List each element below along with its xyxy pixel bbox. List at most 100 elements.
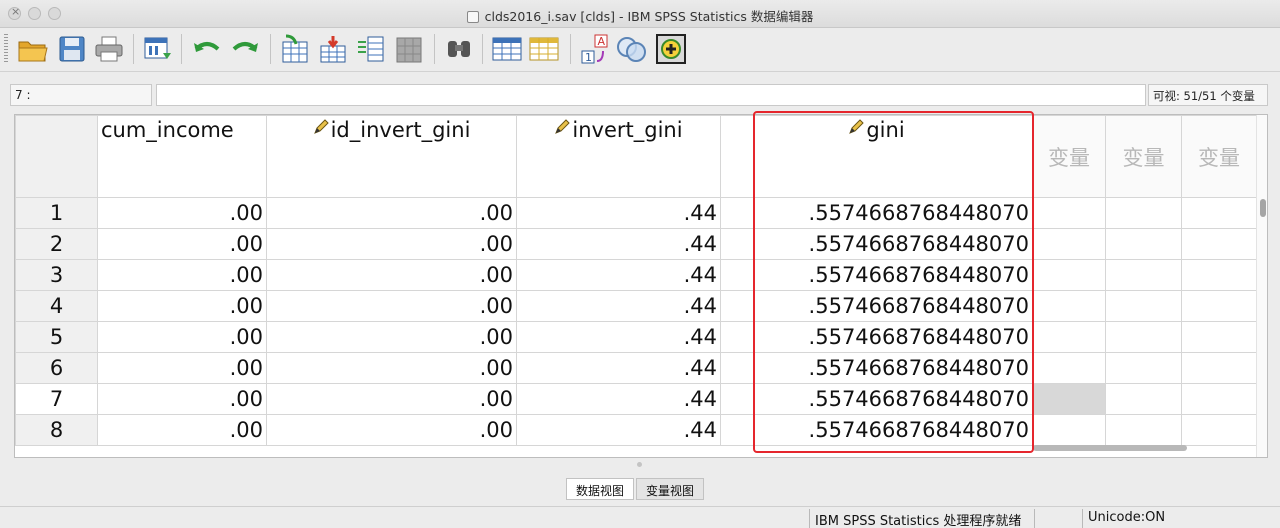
data-cell-id-invert-gini[interactable]: .00 <box>266 290 517 322</box>
vertical-scrollbar[interactable] <box>1256 115 1267 457</box>
vertical-scroll-thumb[interactable] <box>1260 199 1266 217</box>
empty-cell[interactable] <box>1181 290 1257 322</box>
pane-splitter-handle[interactable] <box>637 462 642 467</box>
horizontal-scrollbar[interactable] <box>15 441 1255 455</box>
value-labels-button[interactable]: A 1 <box>578 32 612 66</box>
data-cell-invert-gini[interactable]: .44 <box>516 352 721 384</box>
empty-cell[interactable] <box>1181 228 1257 260</box>
data-cell-cum-income[interactable]: .00 <box>97 290 267 322</box>
data-cell-invert-gini[interactable]: .44 <box>516 383 721 415</box>
data-cell-gini[interactable]: .5574668768448070 <box>720 290 1033 322</box>
data-cell-gini[interactable]: .5574668768448070 <box>720 352 1033 384</box>
empty-cell[interactable] <box>1181 321 1257 353</box>
find-button[interactable] <box>442 32 476 66</box>
empty-cell[interactable] <box>1032 352 1106 384</box>
save-button[interactable] <box>55 32 89 66</box>
tab-variable-view[interactable]: 变量视图 <box>636 478 705 500</box>
redo-button[interactable] <box>228 32 262 66</box>
row-number[interactable]: 3 <box>15 259 98 291</box>
data-cell-id-invert-gini[interactable]: .00 <box>266 197 517 229</box>
empty-cell[interactable] <box>1032 383 1106 415</box>
row-number[interactable]: 2 <box>15 228 98 260</box>
data-cell-id-invert-gini[interactable]: .00 <box>266 352 517 384</box>
cell-value-input[interactable] <box>156 84 1146 106</box>
empty-cell[interactable] <box>1032 228 1106 260</box>
grid-body: 1.00.00.44.5574668768448070 2.00.00.44.55… <box>15 197 1257 446</box>
empty-cell[interactable] <box>1032 321 1106 353</box>
data-cell-id-invert-gini[interactable]: .00 <box>266 321 517 353</box>
show-all-variables-button[interactable] <box>654 32 688 66</box>
empty-cell[interactable] <box>1105 352 1182 384</box>
horizontal-scroll-thumb[interactable] <box>1033 445 1187 451</box>
data-cell-cum-income[interactable]: .00 <box>97 197 267 229</box>
run-descriptives-button[interactable] <box>392 32 426 66</box>
row-number[interactable]: 1 <box>15 197 98 229</box>
data-cell-gini[interactable]: .5574668768448070 <box>720 321 1033 353</box>
empty-cell[interactable] <box>1032 259 1106 291</box>
data-cell-cum-income[interactable]: .00 <box>97 321 267 353</box>
empty-cell[interactable] <box>1105 259 1182 291</box>
data-cell-id-invert-gini[interactable]: .00 <box>266 228 517 260</box>
processor-status: IBM SPSS Statistics 处理程序就绪 <box>809 509 1026 528</box>
row-number[interactable]: 6 <box>15 352 98 384</box>
data-cell-invert-gini[interactable]: .44 <box>516 228 721 260</box>
data-cell-cum-income[interactable]: .00 <box>97 228 267 260</box>
empty-cell[interactable] <box>1105 290 1182 322</box>
column-header-empty-variable[interactable]: 变量 <box>1105 115 1182 198</box>
data-cell-invert-gini[interactable]: .44 <box>516 321 721 353</box>
table-row: 2.00.00.44.5574668768448070 <box>15 228 1257 260</box>
column-header-id-invert-gini[interactable]: id_invert_gini <box>266 115 517 198</box>
recall-dialog-icon <box>144 37 171 59</box>
recall-dialog-button[interactable] <box>141 32 175 66</box>
empty-cell[interactable] <box>1105 383 1182 415</box>
data-cell-id-invert-gini[interactable]: .00 <box>266 383 517 415</box>
insert-variable-button[interactable] <box>527 32 561 66</box>
undo-button[interactable] <box>190 32 224 66</box>
goto-variable-button[interactable] <box>316 32 350 66</box>
toolbar-separator <box>434 34 435 64</box>
row-number[interactable]: 5 <box>15 321 98 353</box>
empty-cell[interactable] <box>1032 197 1106 229</box>
empty-cell[interactable] <box>1105 228 1182 260</box>
data-cell-gini[interactable]: .5574668768448070 <box>720 383 1033 415</box>
print-button[interactable] <box>92 32 126 66</box>
tab-data-view[interactable]: 数据视图 <box>566 478 635 500</box>
empty-cell[interactable] <box>1181 197 1257 229</box>
open-data-button[interactable] <box>16 32 50 66</box>
goto-case-button[interactable] <box>278 32 312 66</box>
goto-case-icon <box>282 34 308 63</box>
empty-cell[interactable] <box>1181 352 1257 384</box>
empty-cell[interactable] <box>1181 259 1257 291</box>
empty-cell[interactable] <box>1181 383 1257 415</box>
data-cell-id-invert-gini[interactable]: .00 <box>266 259 517 291</box>
grid-corner[interactable] <box>15 115 98 198</box>
toolbar-separator <box>570 34 571 64</box>
data-cell-gini[interactable]: .5574668768448070 <box>720 197 1033 229</box>
use-sets-button[interactable] <box>615 32 649 66</box>
data-cell-gini[interactable]: .5574668768448070 <box>720 228 1033 260</box>
empty-cell[interactable] <box>1105 321 1182 353</box>
row-number[interactable]: 4 <box>15 290 98 322</box>
column-header-cum-income[interactable]: cum_income <box>97 115 267 198</box>
empty-cell[interactable] <box>1105 197 1182 229</box>
window-title: clds2016_i.sav [clds] - IBM SPSS Statist… <box>484 9 814 24</box>
column-header-empty-variable[interactable]: 变量 <box>1032 115 1106 198</box>
data-cell-invert-gini[interactable]: .44 <box>516 197 721 229</box>
row-number[interactable]: 7 <box>15 383 98 415</box>
find-icon <box>448 41 470 57</box>
column-header-invert-gini[interactable]: invert_gini <box>516 115 721 198</box>
toolbar-grip-icon[interactable] <box>4 34 8 64</box>
data-cell-gini[interactable]: .5574668768448070 <box>720 259 1033 291</box>
print-icon <box>95 36 123 62</box>
data-cell-cum-income[interactable]: .00 <box>97 259 267 291</box>
insert-cases-button[interactable] <box>490 32 524 66</box>
data-cell-invert-gini[interactable]: .44 <box>516 290 721 322</box>
column-header-empty-variable[interactable]: 变量 <box>1181 115 1257 198</box>
undo-icon <box>194 42 220 52</box>
data-cell-cum-income[interactable]: .00 <box>97 383 267 415</box>
column-header-gini[interactable]: gini <box>720 115 1033 198</box>
data-cell-cum-income[interactable]: .00 <box>97 352 267 384</box>
empty-cell[interactable] <box>1032 290 1106 322</box>
data-cell-invert-gini[interactable]: .44 <box>516 259 721 291</box>
variables-button[interactable] <box>354 32 388 66</box>
